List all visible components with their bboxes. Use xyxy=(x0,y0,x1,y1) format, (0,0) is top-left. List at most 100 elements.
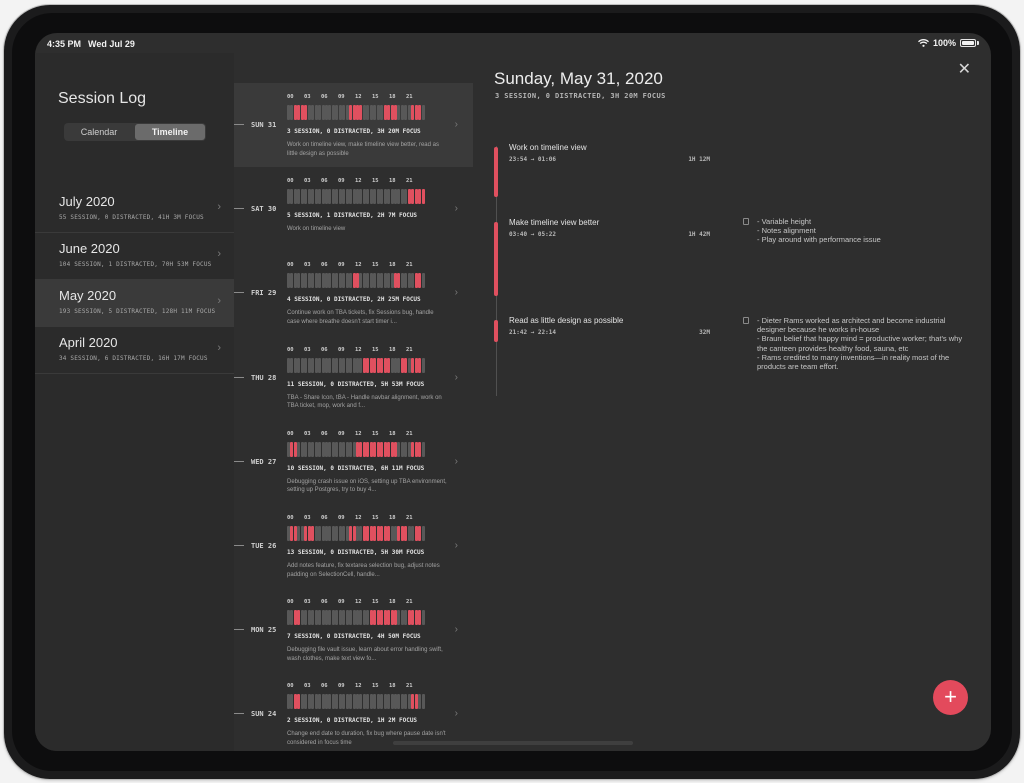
chevron-right-icon: › xyxy=(217,295,221,307)
hour-slot xyxy=(311,273,315,289)
detail-title: Sunday, May 31, 2020 xyxy=(494,69,663,88)
day-row[interactable]: SUN 31 00 03 06 09 12 15 18 21 3 SESSION, 0 DISTR… xyxy=(234,83,473,167)
day-row[interactable]: WED 27 00 03 06 09 12 15 18 21 10 SESSION, 0 DIST… xyxy=(234,420,473,504)
hour-slot xyxy=(421,610,425,626)
hour-label: 09 xyxy=(338,178,345,185)
day-label: THU 28 xyxy=(251,373,277,382)
month-row[interactable]: July 2020 55 SESSION, 0 DISTRACTED, 41H 3… xyxy=(35,186,234,233)
day-tick xyxy=(234,713,244,715)
hour-label: 06 xyxy=(321,430,328,437)
hour-label: 15 xyxy=(372,178,379,185)
hour-label: 18 xyxy=(389,430,396,437)
document-icon xyxy=(743,218,749,225)
hour-label: 18 xyxy=(389,515,396,521)
segment-timeline[interactable]: Timeline xyxy=(135,124,205,140)
hour-label: 09 xyxy=(338,430,345,437)
chevron-right-icon: › xyxy=(217,248,221,260)
hour-label: 15 xyxy=(372,346,379,353)
hour-slot xyxy=(328,526,332,541)
hour-slot xyxy=(318,694,322,710)
day-row[interactable]: SAT 30 00 03 06 09 12 15 18 21 5 SESSION, 1 DISTR… xyxy=(234,167,473,251)
hour-label: 15 xyxy=(372,515,379,521)
day-row[interactable]: THU 28 00 03 06 09 12 15 18 21 11 SESSION, 0 DIST… xyxy=(234,336,473,420)
hour-slot xyxy=(304,357,308,373)
day-row[interactable]: SUN 24 00 03 06 09 12 15 18 21 2 SESSION, 0 DISTR… xyxy=(234,672,473,751)
day-row[interactable]: MON 25 00 03 06 09 12 15 18 21 7 SESSION, 0 DISTR… xyxy=(234,588,473,672)
hour-slot xyxy=(335,610,339,626)
hour-label: 06 xyxy=(321,262,328,269)
day-stats: 4 SESSION, 0 DISTRACTED, 2H 25M FOCUS xyxy=(287,296,421,304)
hour-label: 15 xyxy=(372,599,379,606)
hour-label: 00 xyxy=(287,430,294,437)
day-tick xyxy=(234,124,244,125)
day-stats: 11 SESSION, 0 DISTRACTED, 5H 53M FOCUS xyxy=(287,380,425,388)
session-bar xyxy=(494,222,498,296)
hour-slot xyxy=(359,526,363,541)
hour-label: 15 xyxy=(372,430,379,437)
hour-slot xyxy=(404,189,408,205)
hour-label: 09 xyxy=(338,515,345,521)
hour-slot xyxy=(290,189,294,205)
day-stats: 5 SESSION, 1 DISTRACTED, 2H 7M FOCUS xyxy=(287,212,418,220)
day-row[interactable]: TUE 26 00 03 06 09 12 15 18 21 13 SESSION, 0 DIST… xyxy=(234,504,473,588)
hour-label: 21 xyxy=(406,430,413,437)
hour-slot xyxy=(311,357,315,373)
hour-slot xyxy=(387,273,391,289)
session-note: - Dieter Rams worked as architect and be… xyxy=(757,316,963,372)
hour-slot xyxy=(304,189,308,205)
hour-label: 00 xyxy=(287,94,294,100)
hour-slot xyxy=(297,441,301,457)
hour-slot xyxy=(297,273,301,289)
session-time: 21:42 → 22:14 xyxy=(509,329,556,336)
hour-slot xyxy=(411,189,415,205)
day-row[interactable]: FRI 29 00 03 06 09 12 15 18 21 4 SESSION, 0 DISTR… xyxy=(234,251,473,335)
hour-labels: 00 03 06 09 12 15 18 21 xyxy=(287,431,427,439)
close-icon[interactable]: ✕ xyxy=(958,59,971,79)
hour-slot xyxy=(290,610,294,626)
page-title: Session Log xyxy=(58,90,147,107)
view-segmented-control: Calendar Timeline xyxy=(64,123,206,141)
hour-slot xyxy=(304,526,308,541)
hour-slot xyxy=(297,526,301,541)
hour-label: 09 xyxy=(338,599,345,606)
month-row[interactable]: June 2020 104 SESSION, 1 DISTRACTED, 70H … xyxy=(35,233,234,280)
hour-slot xyxy=(318,526,322,541)
hour-slot xyxy=(304,105,308,120)
hour-slot xyxy=(304,441,308,457)
month-row[interactable]: May 2020 193 SESSION, 5 DISTRACTED, 128H … xyxy=(35,280,234,327)
hour-slot xyxy=(421,357,425,373)
month-row[interactable]: April 2020 34 SESSION, 6 DISTRACTED, 16H … xyxy=(35,327,234,374)
hour-labels: 00 03 06 09 12 15 18 21 xyxy=(287,94,427,102)
hour-label: 15 xyxy=(372,262,379,269)
hour-slot xyxy=(411,694,415,710)
hour-slot xyxy=(359,357,363,373)
add-session-button[interactable]: + xyxy=(933,680,968,715)
segment-calendar[interactable]: Calendar xyxy=(64,123,134,141)
hour-labels: 00 03 06 09 12 15 18 21 xyxy=(287,515,427,523)
hour-slot xyxy=(328,694,332,710)
hour-slot xyxy=(404,610,408,626)
session-time: 23:54 → 01:06 xyxy=(509,156,556,163)
hour-slot xyxy=(304,610,308,626)
hour-label: 18 xyxy=(389,346,396,353)
session-title: Work on timeline view xyxy=(509,143,587,152)
day-tick xyxy=(234,460,244,462)
day-detail: Sunday, May 31, 2020 3 SESSION, 0 DISTRA… xyxy=(473,53,991,751)
hour-slot xyxy=(404,105,408,120)
hour-slot xyxy=(311,694,315,710)
hour-slot xyxy=(397,526,401,541)
hour-slot xyxy=(373,694,377,710)
home-indicator[interactable] xyxy=(393,741,633,745)
battery-icon xyxy=(960,39,976,47)
wifi-icon xyxy=(918,39,929,47)
hour-slot xyxy=(373,105,377,120)
sidebar: Session Log Calendar Timeline July 2020 5… xyxy=(35,53,234,751)
month-stats: 34 SESSION, 6 DISTRACTED, 16H 17M FOCUS xyxy=(59,355,208,362)
hour-label: 21 xyxy=(406,262,413,269)
chevron-right-icon: › xyxy=(454,203,458,215)
hour-slot xyxy=(373,526,377,541)
hour-slot xyxy=(387,441,391,457)
hour-slot xyxy=(342,273,346,289)
day-tick xyxy=(234,376,244,378)
hour-label: 06 xyxy=(321,346,328,353)
